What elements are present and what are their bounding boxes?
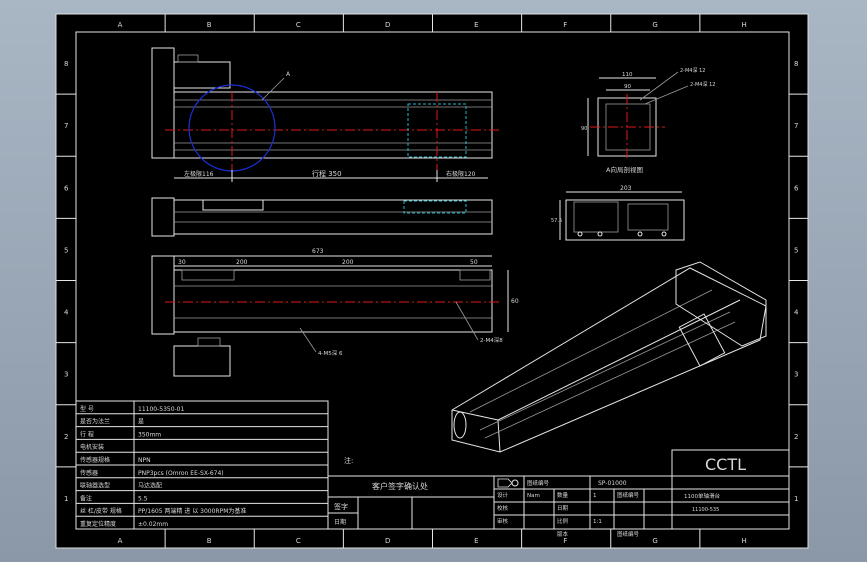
- flange-height-dim: 90: [581, 126, 587, 132]
- hole-right-callout: 2-M4深8: [480, 336, 503, 344]
- right-limit-dim: 右极限120: [446, 170, 476, 178]
- spec-row-value: ±0.02mm: [138, 521, 168, 528]
- drawing-no-label: 图纸编号: [527, 479, 550, 487]
- border-number-left: 7: [64, 122, 68, 130]
- border-letter-top: D: [385, 21, 390, 29]
- title-block-cell: 图纸编号: [617, 530, 640, 538]
- border-letter-top: B: [207, 21, 212, 29]
- flange-hole-b: 2-M4深 12: [690, 81, 715, 88]
- border-number-right: 1: [794, 495, 798, 503]
- notes-label: 注:: [344, 456, 353, 465]
- flange-hole-a: 2-M4深 12: [680, 67, 705, 74]
- flange-inner-dim: 90: [624, 84, 631, 90]
- border-letter-top: G: [652, 21, 657, 29]
- left-limit-dim: 左极限116: [184, 170, 214, 178]
- border-number-left: 1: [64, 495, 68, 503]
- spec-row-label: 型 号: [80, 405, 94, 413]
- border-number-left: 5: [64, 246, 68, 254]
- spec-row-value: 是: [138, 419, 144, 426]
- border-number-right: 4: [794, 309, 799, 317]
- approval-sign-label: 签字: [334, 502, 348, 511]
- spec-row-value: 11100-5350-01: [138, 406, 185, 413]
- spec-row-value: 5.5: [138, 495, 148, 502]
- border-letter-top: E: [474, 21, 478, 29]
- border-number-right: 3: [794, 371, 798, 379]
- spec-row-value: NPN: [138, 457, 151, 464]
- spec-row-label: 丝 杠/皮带 规格: [80, 507, 122, 515]
- title-block-cell: 校核: [497, 504, 509, 512]
- end-view-width-dim: 203: [620, 185, 632, 192]
- cad-drawing: AABBCCDDEEFFGGHH8 87 76 65 54 43 32 21 1 A 左极限11…: [55, 13, 809, 549]
- title-block-cell: 比例: [557, 517, 569, 525]
- border-number-left: 4: [64, 309, 69, 317]
- border-letter-bottom: A: [118, 537, 123, 545]
- spec-row-label: 联轴器选型: [80, 482, 110, 490]
- title-block-cell: 审核: [497, 517, 509, 525]
- stroke-dim: 行程 350: [312, 169, 342, 178]
- spec-row-label: 传感器: [80, 469, 98, 477]
- title-block-cell: 1: [593, 493, 597, 499]
- border-letter-bottom: H: [741, 537, 746, 545]
- border-number-right: 7: [794, 122, 798, 130]
- border-letter-bottom: E: [474, 537, 478, 545]
- spec-row-value: 马达选配: [138, 482, 162, 490]
- title-block-cell: 日期: [557, 505, 569, 512]
- flange-width-dim: 110: [622, 72, 633, 78]
- border-number-left: 3: [64, 371, 68, 379]
- total-length-dim: 673: [312, 248, 324, 255]
- border-number-right: 6: [794, 184, 799, 192]
- border-letter-bottom: F: [563, 537, 567, 545]
- border-letter-top: C: [296, 21, 301, 29]
- title-block-cell: 1:1: [593, 519, 602, 525]
- pitch-50-dim: 50: [470, 259, 478, 266]
- border-letter-top: H: [741, 21, 746, 29]
- border-number-right: 2: [794, 433, 798, 441]
- border-letter-top: F: [563, 21, 567, 29]
- title-block-cell: Nam: [527, 493, 540, 499]
- spec-row-label: 是否为法兰: [80, 418, 110, 426]
- end-view-height-dim: 57.5: [551, 218, 562, 224]
- border-letter-bottom: C: [296, 537, 301, 545]
- spec-row-label: 电机安装: [80, 443, 104, 451]
- border-number-left: 2: [64, 433, 68, 441]
- spec-row-value: PNP3pcs (Omron EE-SX-674): [138, 470, 224, 477]
- spec-row-label: 备注: [80, 494, 92, 502]
- drawing-sheet: [55, 13, 809, 549]
- brand-logo-text: CCTL: [705, 455, 746, 474]
- title-block-cell: 图纸编号: [617, 491, 640, 499]
- border-number-right: 5: [794, 246, 798, 254]
- approval-title: 客户签字确认处: [372, 481, 428, 491]
- pitch-200a-dim: 200: [236, 259, 248, 266]
- border-number-right: 8: [794, 60, 798, 68]
- spec-row-value: 350mm: [138, 431, 161, 438]
- drawing-no: SP-01000: [598, 480, 627, 487]
- border-number-left: 6: [64, 184, 69, 192]
- spec-row-label: 传感器规格: [80, 456, 110, 464]
- spec-row-label: 重复定位精度: [80, 520, 116, 528]
- flange-view-caption: A向局剖视图: [606, 165, 643, 174]
- border-letter-bottom: G: [652, 537, 657, 545]
- spec-row-label: 行 程: [80, 430, 94, 438]
- approval-date-label: 日期: [334, 518, 346, 526]
- height-60-dim: 60: [511, 298, 519, 305]
- title-block-cell: 版本: [557, 530, 569, 538]
- border-letter-top: A: [118, 21, 123, 29]
- hole-left-callout: 4-M5深 6: [318, 349, 343, 357]
- cad-viewport[interactable]: AABBCCDDEEFFGGHH8877665544332211 A 左极限11…: [0, 0, 867, 562]
- title-block-cell: 数量: [557, 491, 569, 499]
- part-no: 11100-535: [692, 507, 719, 513]
- border-number-left: 8: [64, 60, 68, 68]
- product-name: 1100单轴滑台: [684, 492, 720, 500]
- pitch-200b-dim: 200: [342, 259, 354, 266]
- title-block-cell: 设计: [497, 491, 509, 499]
- spec-row-value: PP/1605 两端精 进 以 3000RPM为基准: [138, 507, 246, 515]
- border-letter-bottom: B: [207, 537, 212, 545]
- border-letter-bottom: D: [385, 537, 390, 545]
- pitch-30-dim: 30: [178, 259, 186, 266]
